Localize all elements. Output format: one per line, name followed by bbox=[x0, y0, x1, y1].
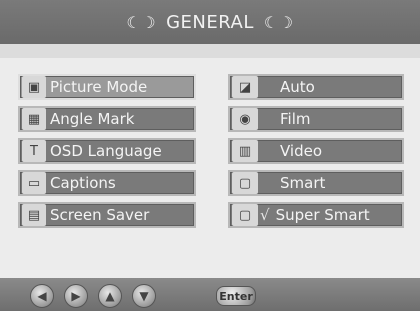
header-bar: ☾☽ GENERAL ☾☽ bbox=[0, 0, 420, 44]
option-label: Smart bbox=[280, 174, 326, 192]
arrow-left-icon[interactable]: ◀ bbox=[30, 284, 54, 308]
page-title: GENERAL bbox=[166, 11, 254, 33]
menu-item-captions[interactable]: ▭ Captions bbox=[18, 170, 196, 196]
auto-icon: ◪ bbox=[232, 76, 258, 98]
option-auto[interactable]: ◪ Auto bbox=[228, 74, 404, 100]
menu-item-label: OSD Language bbox=[50, 142, 162, 160]
film-icon: ◉ bbox=[232, 108, 258, 130]
menu-item-screen-saver[interactable]: ▤ Screen Saver bbox=[18, 202, 196, 228]
captions-icon: ▭ bbox=[22, 172, 46, 194]
menu-item-label: Picture Mode bbox=[50, 78, 148, 96]
menu-item-osd-language[interactable]: T OSD Language bbox=[18, 138, 196, 164]
option-label: Video bbox=[280, 142, 323, 160]
menu-item-label: Angle Mark bbox=[50, 110, 135, 128]
option-super-smart[interactable]: ▢ √ Super Smart bbox=[228, 202, 404, 228]
header-right-ornament-icon: ☾☽ bbox=[263, 12, 294, 32]
menu-item-label: Captions bbox=[50, 174, 116, 192]
check-mark-icon: √ bbox=[260, 206, 270, 224]
angle-mark-icon: ▦ bbox=[22, 108, 46, 130]
arrow-down-icon[interactable]: ▼ bbox=[132, 284, 156, 308]
arrow-up-icon[interactable]: ▲ bbox=[98, 284, 122, 308]
option-label: Film bbox=[280, 110, 311, 128]
option-smart[interactable]: ▢ Smart bbox=[228, 170, 404, 196]
footer-bar: ◀ ▶ ▲ ▼ Enter bbox=[0, 278, 420, 311]
option-video[interactable]: ▥ Video bbox=[228, 138, 404, 164]
smart-icon: ▢ bbox=[232, 172, 258, 194]
osd-screen: ☾☽ GENERAL ☾☽ ▣ Picture Mode ▦ Angle Mar… bbox=[0, 0, 420, 311]
option-film[interactable]: ◉ Film bbox=[228, 106, 404, 132]
header-left-ornament-icon: ☾☽ bbox=[126, 12, 157, 32]
picture-mode-icon: ▣ bbox=[22, 76, 46, 98]
arrow-right-icon[interactable]: ▶ bbox=[64, 284, 88, 308]
osd-language-icon: T bbox=[22, 140, 46, 162]
header-strip bbox=[0, 44, 420, 58]
screen-saver-icon: ▤ bbox=[22, 204, 46, 226]
menu-item-label: Screen Saver bbox=[50, 206, 150, 224]
left-menu: ▣ Picture Mode ▦ Angle Mark T OSD Langua… bbox=[18, 74, 196, 234]
option-label: Auto bbox=[280, 78, 315, 96]
enter-button[interactable]: Enter bbox=[216, 286, 256, 306]
video-icon: ▥ bbox=[232, 140, 258, 162]
menu-item-picture-mode[interactable]: ▣ Picture Mode bbox=[18, 74, 196, 100]
menu-item-angle-mark[interactable]: ▦ Angle Mark bbox=[18, 106, 196, 132]
option-label: Super Smart bbox=[275, 206, 370, 224]
super-smart-icon: ▢ bbox=[232, 204, 258, 226]
right-menu: ◪ Auto ◉ Film ▥ Video ▢ Smart ▢ √ Super … bbox=[228, 74, 404, 234]
